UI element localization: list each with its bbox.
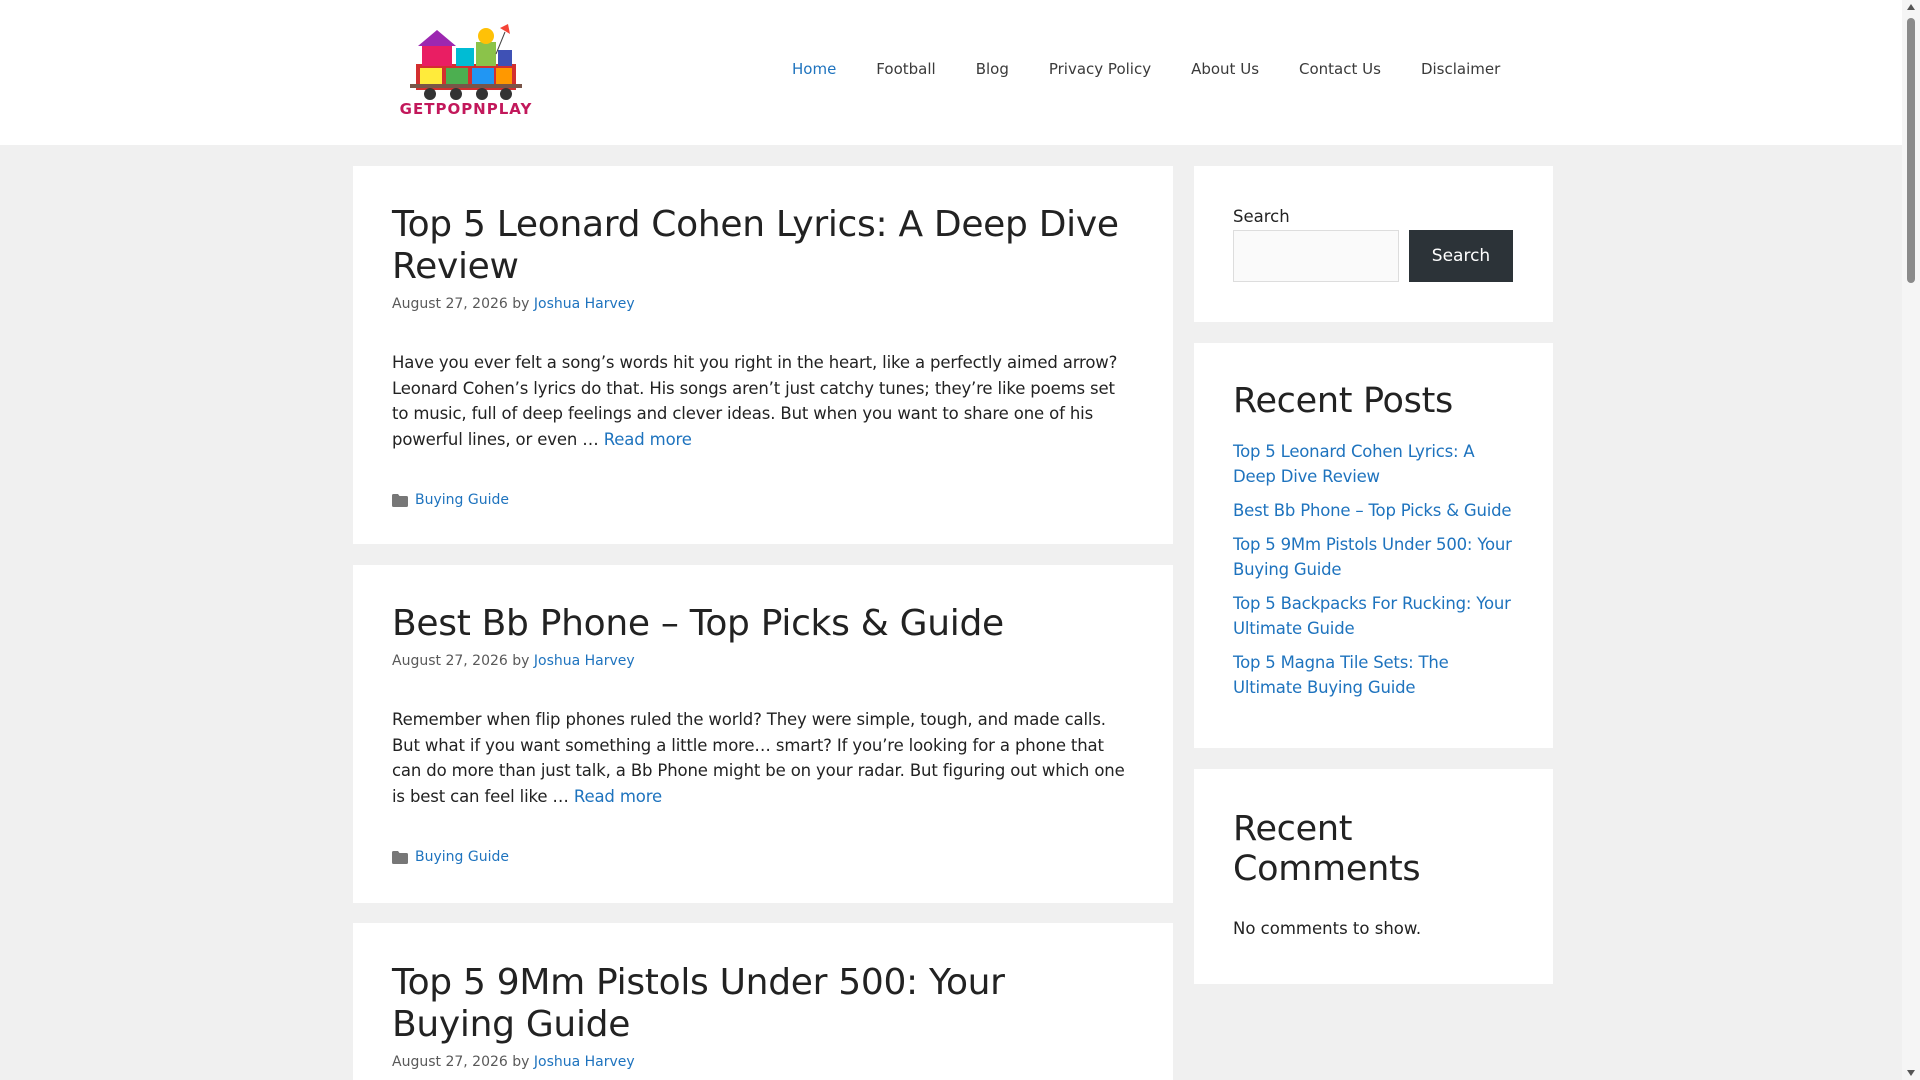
category-link[interactable]: Buying Guide [415,492,509,508]
site-header: GETPOPNPLAY Home Football Blog Privacy P… [0,0,1902,145]
recent-post-link[interactable]: Top 5 Magna Tile Sets: The Ultimate Buyi… [1233,653,1449,697]
list-item: Top 5 Backpacks For Rucking: Your Ultima… [1233,591,1514,641]
post-categories: Buying Guide [392,849,1134,865]
entry-meta: August 27, 2026 by Joshua Harvey [392,296,1134,312]
widget-title: Recent Posts [1233,381,1453,421]
read-more-link[interactable]: Read more [574,787,662,806]
recent-posts-widget: Recent Posts Top 5 Leonard Cohen Lyrics:… [1194,343,1553,748]
list-item: Top 5 Leonard Cohen Lyrics: A Deep Dive … [1233,439,1514,489]
recent-posts-list: Top 5 Leonard Cohen Lyrics: A Deep Dive … [1233,439,1514,700]
nav-about-us[interactable]: About Us [1191,60,1259,78]
post-date: August 27, 2026 [392,296,508,312]
recent-post-link[interactable]: Top 5 9Mm Pistols Under 500: Your Buying… [1233,535,1512,579]
recent-post-link[interactable]: Best Bb Phone – Top Picks & Guide [1233,501,1512,520]
entry-meta: August 27, 2026 by Joshua Harvey [392,1054,1134,1070]
post-by-label: by [512,653,530,669]
entry-meta: August 27, 2026 by Joshua Harvey [392,653,1134,669]
scroll-down-icon[interactable] [1907,1070,1915,1076]
recent-post-link[interactable]: Top 5 Leonard Cohen Lyrics: A Deep Dive … [1233,442,1475,486]
search-form: Search [1233,230,1514,282]
post-excerpt: Remember when flip phones ruled the worl… [392,707,1134,809]
search-input[interactable] [1233,230,1399,282]
search-button[interactable]: Search [1409,230,1513,282]
list-item: Top 5 9Mm Pistols Under 500: Your Buying… [1233,532,1514,582]
post-excerpt: Have you ever felt a song’s words hit yo… [392,350,1134,452]
nav-home[interactable]: Home [792,60,836,78]
post-excerpt-text: Remember when flip phones ruled the worl… [392,710,1125,806]
recent-post-link[interactable]: Top 5 Backpacks For Rucking: Your Ultima… [1233,594,1511,638]
folder-icon [392,493,408,507]
post-card: Top 5 Leonard Cohen Lyrics: A Deep Dive … [353,166,1173,544]
read-more-link[interactable]: Read more [604,430,692,449]
scroll-up-icon[interactable] [1907,4,1915,10]
post-title-link[interactable]: Top 5 9Mm Pistols Under 500: Your Buying… [392,962,1005,1045]
category-link[interactable]: Buying Guide [415,849,509,865]
post-title-link[interactable]: Best Bb Phone – Top Picks & Guide [392,603,1004,644]
site-logo[interactable]: GETPOPNPLAY [396,24,536,120]
post-by-label: by [512,296,530,312]
post-title-link[interactable]: Top 5 Leonard Cohen Lyrics: A Deep Dive … [392,204,1119,287]
no-comments-text: No comments to show. [1233,919,1422,938]
folder-icon [392,850,408,864]
nav-disclaimer[interactable]: Disclaimer [1421,60,1500,78]
main-nav: Home Football Blog Privacy Policy About … [792,60,1540,78]
logo-text: GETPOPNPLAY [399,100,533,118]
list-item: Top 5 Magna Tile Sets: The Ultimate Buyi… [1233,650,1514,700]
post-author-link[interactable]: Joshua Harvey [534,653,635,669]
nav-privacy-policy[interactable]: Privacy Policy [1049,60,1151,78]
scroll-thumb[interactable] [1907,18,1915,283]
post-date: August 27, 2026 [392,653,508,669]
post-card: Top 5 9Mm Pistols Under 500: Your Buying… [353,923,1173,1080]
post-author-link[interactable]: Joshua Harvey [534,1054,635,1070]
nav-contact-us[interactable]: Contact Us [1299,60,1381,78]
post-by-label: by [512,1054,530,1070]
post-card: Best Bb Phone – Top Picks & Guide August… [353,565,1173,903]
search-label: Search [1233,207,1290,226]
post-author-link[interactable]: Joshua Harvey [534,296,635,312]
recent-comments-widget: Recent Comments No comments to show. [1194,769,1553,984]
nav-football[interactable]: Football [876,60,935,78]
post-excerpt-text: Have you ever felt a song’s words hit yo… [392,353,1118,449]
widget-title: Recent Comments [1233,809,1421,889]
nav-blog[interactable]: Blog [976,60,1009,78]
page-scrollbar[interactable] [1902,0,1920,1080]
search-widget: Search Search [1194,166,1553,322]
toy-train-logo-icon [410,24,522,100]
post-date: August 27, 2026 [392,1054,508,1070]
post-categories: Buying Guide [392,492,1134,508]
list-item: Best Bb Phone – Top Picks & Guide [1233,498,1514,523]
